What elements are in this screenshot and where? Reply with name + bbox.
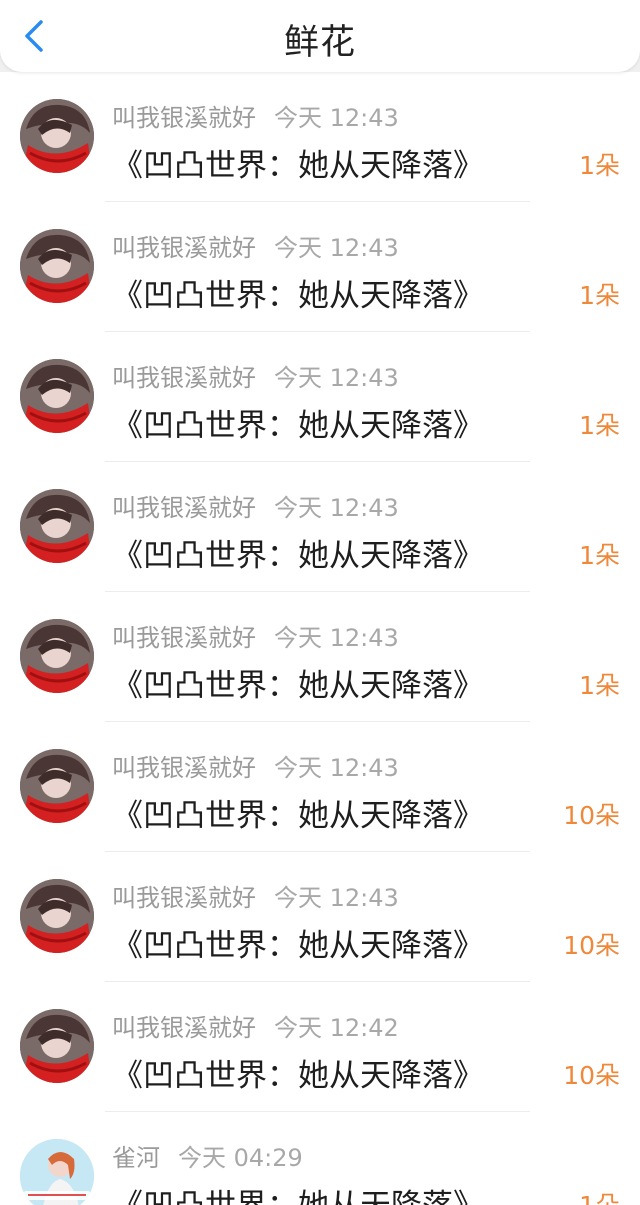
book-title[interactable]: 《凹凸世界：她从天降落》 <box>112 660 484 705</box>
list-item[interactable]: 叫我银溪就好 今天 12:42 《凹凸世界：她从天降落》 10朵 <box>0 982 640 1112</box>
timestamp: 今天 12:43 <box>274 624 399 652</box>
timestamp: 今天 12:43 <box>274 494 399 522</box>
item-meta: 叫我银溪就好 今天 12:43 <box>112 98 399 133</box>
avatar[interactable] <box>20 879 94 953</box>
flower-count: 1朵 <box>579 151 620 180</box>
list-item[interactable]: 叫我银溪就好 今天 12:43 《凹凸世界：她从天降落》 10朵 <box>0 722 640 852</box>
avatar[interactable] <box>20 359 94 433</box>
username[interactable]: 叫我银溪就好 <box>112 234 256 262</box>
flower-count: 10朵 <box>563 1061 620 1090</box>
username[interactable]: 叫我银溪就好 <box>112 494 256 522</box>
timestamp: 今天 12:42 <box>274 1014 399 1042</box>
username[interactable]: 雀河 <box>112 1144 160 1172</box>
item-meta: 叫我银溪就好 今天 12:43 <box>112 228 399 263</box>
list-item[interactable]: 雀河今天 04:29 《凹凸世界：她从天降落》 1朵 <box>0 1112 640 1205</box>
list-item[interactable]: 叫我银溪就好 今天 12:43 《凹凸世界：她从天降落》 1朵 <box>0 592 640 722</box>
list-item[interactable]: 叫我银溪就好 今天 12:43 《凹凸世界：她从天降落》 1朵 <box>0 332 640 462</box>
avatar[interactable] <box>20 1139 94 1205</box>
avatar[interactable] <box>20 619 94 693</box>
page-title: 鲜花 <box>283 23 356 63</box>
flower-count: 1朵 <box>579 671 620 700</box>
book-title[interactable]: 《凹凸世界：她从天降落》 <box>112 1180 484 1205</box>
item-meta: 叫我银溪就好 今天 12:43 <box>112 488 399 523</box>
book-title[interactable]: 《凹凸世界：她从天降落》 <box>112 400 484 445</box>
username[interactable]: 叫我银溪就好 <box>112 884 256 912</box>
timestamp: 今天 04:29 <box>178 1144 303 1172</box>
flower-count: 1朵 <box>579 281 620 310</box>
timestamp: 今天 12:43 <box>274 104 399 132</box>
item-meta: 叫我银溪就好 今天 12:43 <box>112 358 399 393</box>
flower-list: 叫我银溪就好 今天 12:43 《凹凸世界：她从天降落》 1朵 叫我银溪就好 今天 … <box>0 72 640 1205</box>
avatar[interactable] <box>20 489 94 563</box>
flower-count: 1朵 <box>579 541 620 570</box>
flower-count: 10朵 <box>563 801 620 830</box>
avatar[interactable] <box>20 99 94 173</box>
book-title[interactable]: 《凹凸世界：她从天降落》 <box>112 270 484 315</box>
book-title[interactable]: 《凹凸世界：她从天降落》 <box>112 1050 484 1095</box>
avatar[interactable] <box>20 1009 94 1083</box>
username[interactable]: 叫我银溪就好 <box>112 754 256 782</box>
item-meta: 叫我银溪就好 今天 12:43 <box>112 748 399 783</box>
username[interactable]: 叫我银溪就好 <box>112 1014 256 1042</box>
top-bar: 鲜花 <box>0 0 640 72</box>
book-title[interactable]: 《凹凸世界：她从天降落》 <box>112 140 484 185</box>
book-title[interactable]: 《凹凸世界：她从天降落》 <box>112 790 484 835</box>
book-title[interactable]: 《凹凸世界：她从天降落》 <box>112 920 484 965</box>
book-title[interactable]: 《凹凸世界：她从天降落》 <box>112 530 484 575</box>
username[interactable]: 叫我银溪就好 <box>112 364 256 392</box>
username[interactable]: 叫我银溪就好 <box>112 104 256 132</box>
item-meta: 叫我银溪就好 今天 12:43 <box>112 618 399 653</box>
item-meta: 叫我银溪就好 今天 12:43 <box>112 878 399 913</box>
timestamp: 今天 12:43 <box>274 234 399 262</box>
timestamp: 今天 12:43 <box>274 884 399 912</box>
list-item[interactable]: 叫我银溪就好 今天 12:43 《凹凸世界：她从天降落》 1朵 <box>0 72 640 202</box>
list-item[interactable]: 叫我银溪就好 今天 12:43 《凹凸世界：她从天降落》 1朵 <box>0 462 640 592</box>
avatar[interactable] <box>20 749 94 823</box>
item-meta: 叫我银溪就好 今天 12:42 <box>112 1008 399 1043</box>
list-item[interactable]: 叫我银溪就好 今天 12:43 《凹凸世界：她从天降落》 10朵 <box>0 852 640 982</box>
item-meta: 雀河 今天 04:29 <box>112 1138 303 1173</box>
flower-count: 10朵 <box>563 931 620 960</box>
flower-count: 1朵 <box>579 411 620 440</box>
avatar[interactable] <box>20 229 94 303</box>
flower-count: 1朵 <box>579 1186 620 1205</box>
timestamp: 今天 12:43 <box>274 364 399 392</box>
timestamp: 今天 12:43 <box>274 754 399 782</box>
list-item[interactable]: 叫我银溪就好 今天 12:43 《凹凸世界：她从天降落》 1朵 <box>0 202 640 332</box>
username[interactable]: 叫我银溪就好 <box>112 624 256 652</box>
